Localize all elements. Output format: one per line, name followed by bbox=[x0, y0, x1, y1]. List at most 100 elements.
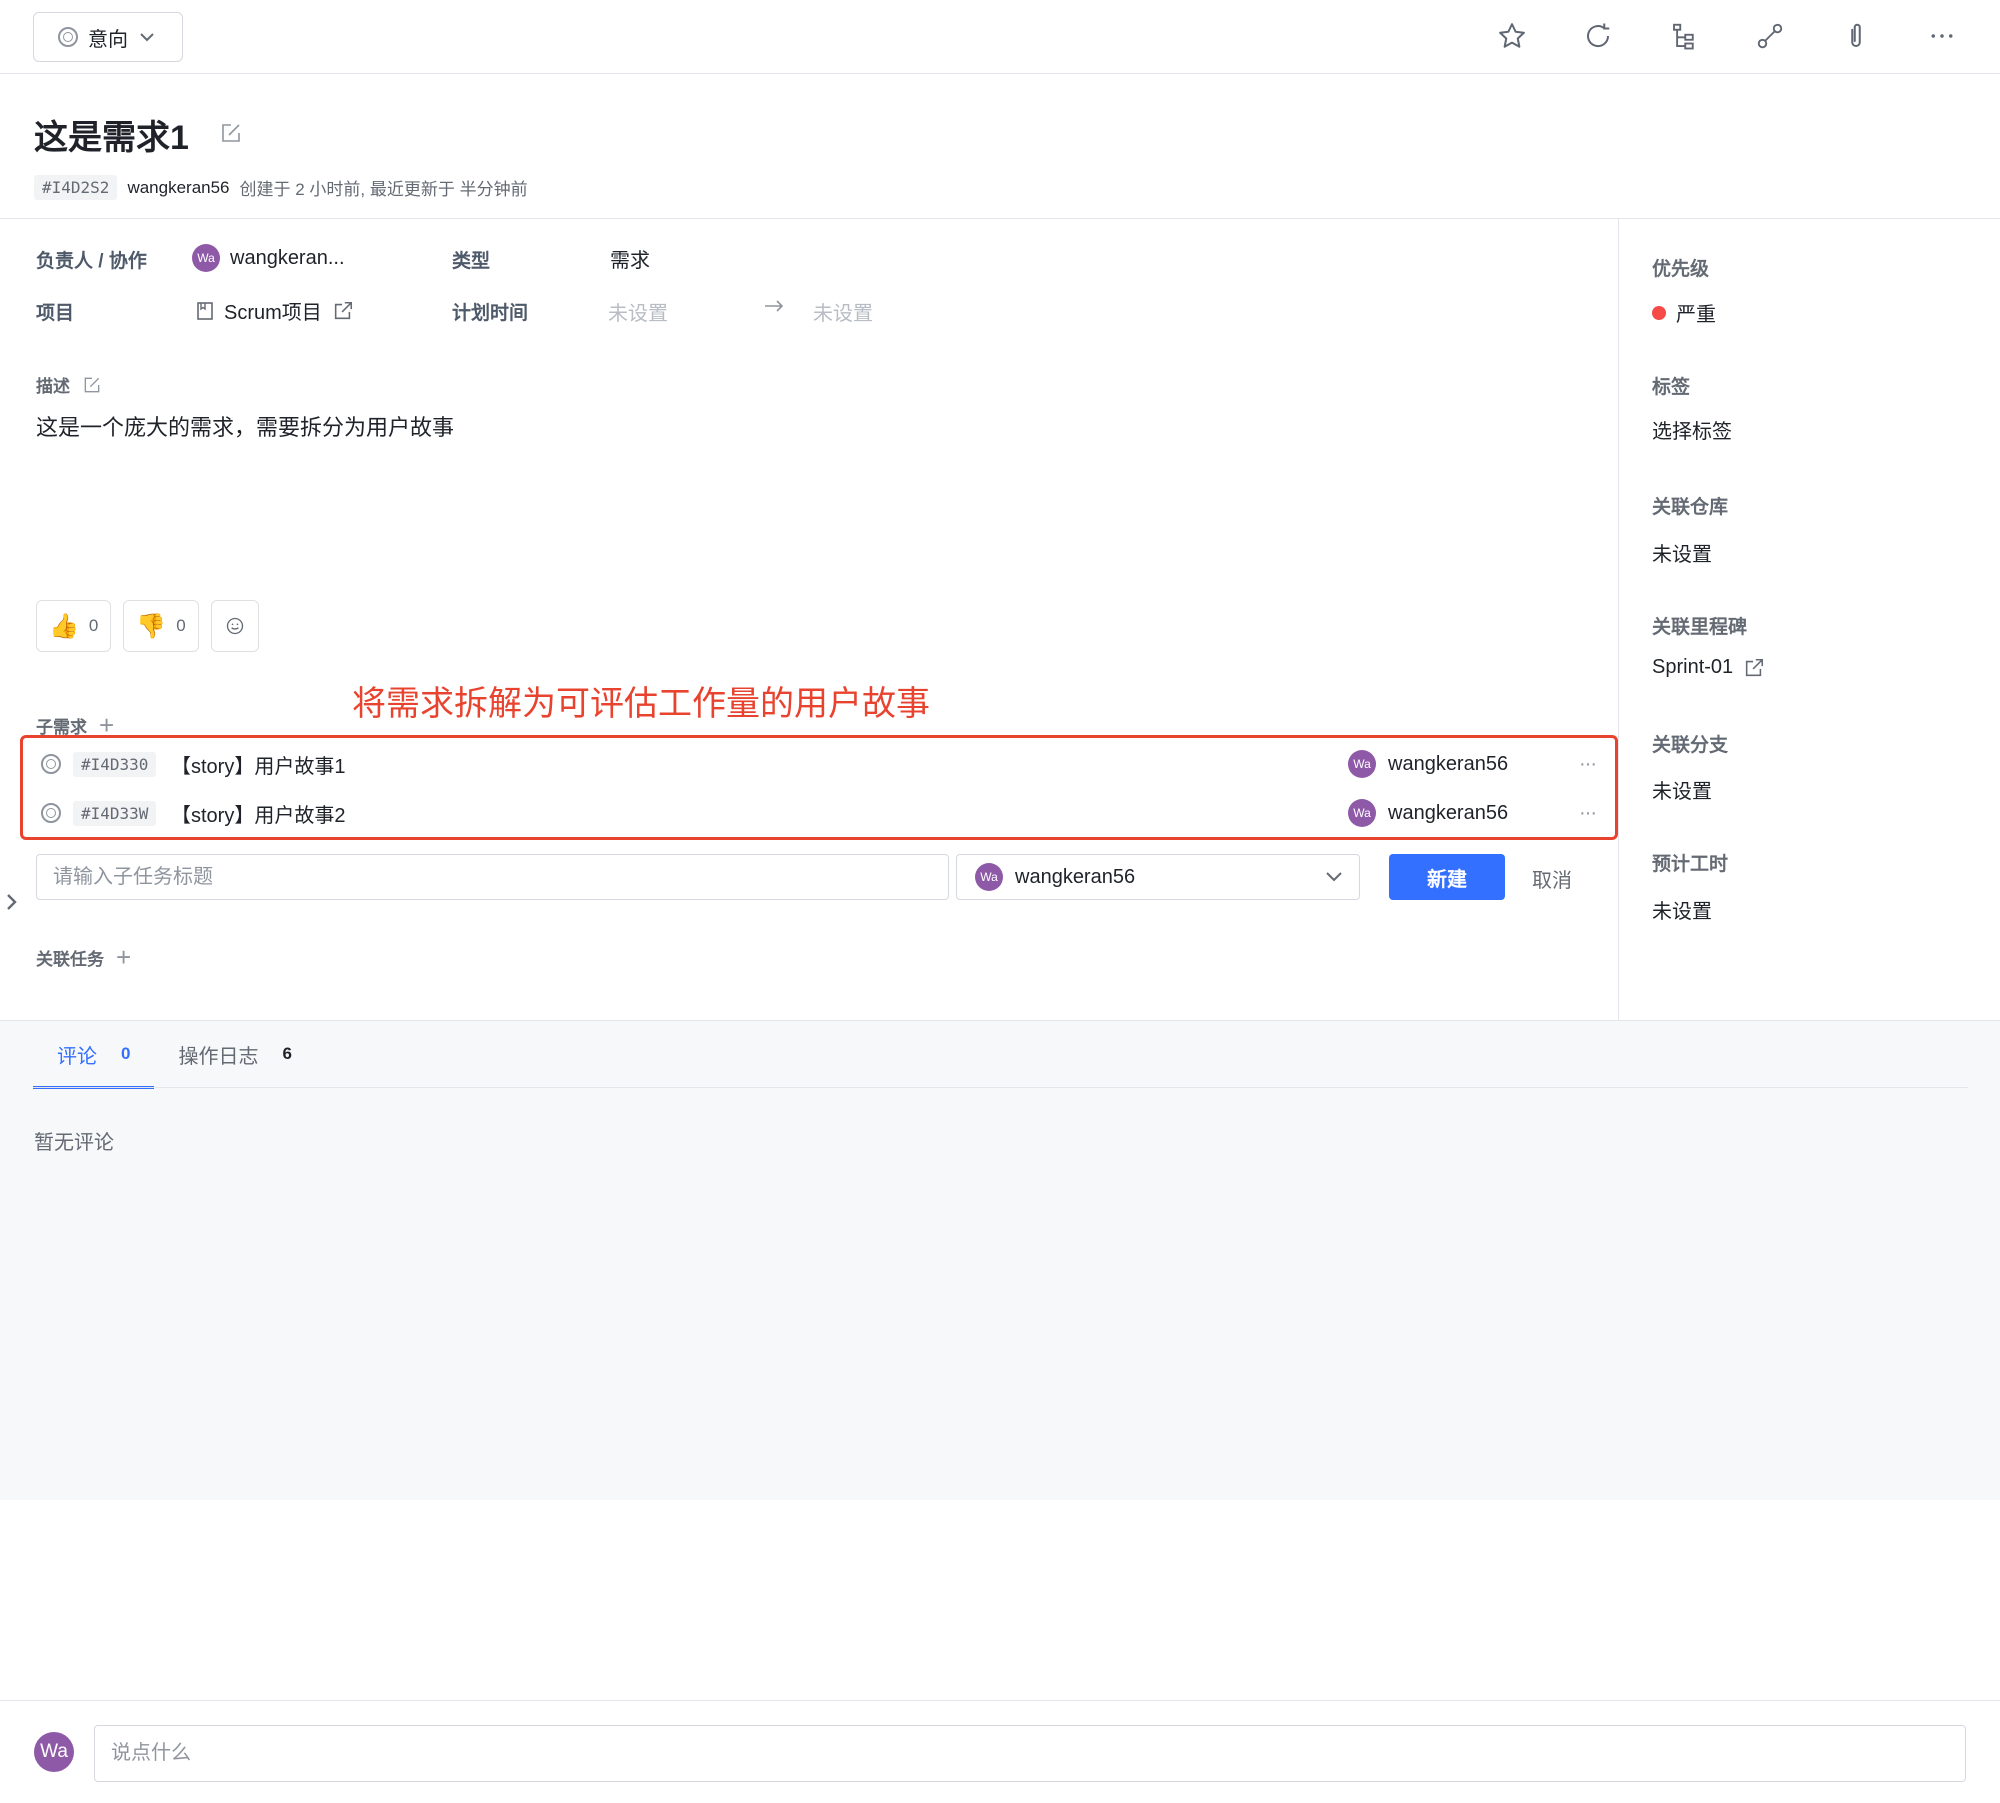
description-header: 描述 bbox=[36, 372, 102, 397]
assignee-select[interactable]: Wa wangkeran56 bbox=[956, 854, 1360, 900]
priority-label: 优先级 bbox=[1652, 259, 1710, 280]
top-bar: 意向 bbox=[0, 0, 2000, 74]
external-link-icon[interactable] bbox=[332, 300, 354, 322]
edit-icon[interactable] bbox=[219, 121, 243, 150]
dislike-count: 0 bbox=[176, 616, 186, 635]
branch-value[interactable]: 未设置 bbox=[1652, 775, 1712, 804]
thumbs-down-icon: 👎 bbox=[136, 612, 167, 640]
avatar: Wa bbox=[1348, 750, 1376, 778]
panel-spacer bbox=[0, 1500, 2000, 1700]
tab-label: 评论 bbox=[57, 1045, 97, 1068]
external-link-icon[interactable] bbox=[1743, 657, 1765, 679]
related-tasks-label: 关联任务 bbox=[36, 949, 104, 969]
milestone-label: 关联里程碑 bbox=[1652, 617, 1748, 638]
type-value[interactable]: 需求 bbox=[610, 244, 650, 273]
link-icon[interactable] bbox=[1752, 18, 1788, 54]
edit-icon[interactable] bbox=[82, 375, 102, 395]
status-dropdown[interactable]: 意向 bbox=[33, 12, 183, 62]
hierarchy-icon[interactable] bbox=[1666, 18, 1702, 54]
cancel-button[interactable]: 取消 bbox=[1532, 864, 1572, 893]
creator-name[interactable]: wangkeran56 bbox=[127, 178, 229, 198]
project-label: 项目 bbox=[36, 303, 75, 324]
subtask-title-input[interactable] bbox=[36, 854, 949, 900]
status-circle-icon[interactable] bbox=[41, 754, 61, 774]
empty-comments-text: 暂无评论 bbox=[34, 1132, 114, 1154]
issue-id-badge[interactable]: #I4D2S2 bbox=[34, 175, 118, 200]
plan-time-label: 计划时间 bbox=[452, 303, 529, 324]
tab-count: 0 bbox=[121, 1044, 131, 1063]
repo-value[interactable]: 未设置 bbox=[1652, 538, 1712, 567]
comment-composer: Wa bbox=[0, 1700, 2000, 1803]
description-label: 描述 bbox=[36, 377, 70, 396]
tags-label: 标签 bbox=[1652, 377, 1691, 398]
more-icon[interactable] bbox=[1924, 18, 1960, 54]
avatar: Wa bbox=[192, 244, 220, 272]
divider bbox=[0, 218, 2000, 219]
list-item[interactable]: #I4D33W 【story】用户故事2 Wa wangkeran56 ··· bbox=[23, 789, 1615, 837]
create-button[interactable]: 新建 bbox=[1389, 854, 1505, 900]
subtask-title[interactable]: 【story】用户故事1 bbox=[171, 750, 345, 779]
issue-meta: #I4D2S2 wangkeran56 创建于 2 小时前, 最近更新于 半分钟… bbox=[34, 175, 528, 200]
tab-count: 6 bbox=[282, 1044, 292, 1063]
chevron-down-icon bbox=[1326, 872, 1342, 882]
attachment-icon[interactable] bbox=[1838, 18, 1874, 54]
priority-value: 严重 bbox=[1676, 304, 1716, 326]
reactions: 👍 0 👎 0 bbox=[36, 600, 259, 652]
sidebar-divider bbox=[1618, 218, 1619, 1020]
refresh-icon[interactable] bbox=[1580, 18, 1616, 54]
add-related-task-icon[interactable]: + bbox=[116, 944, 131, 970]
like-count: 0 bbox=[88, 616, 99, 635]
thumbs-up-icon: 👍 bbox=[49, 612, 79, 640]
divider bbox=[33, 1087, 1968, 1088]
tab-comments[interactable]: 评论 0 bbox=[33, 1020, 155, 1089]
status-label: 意向 bbox=[88, 28, 128, 51]
status-circle-icon[interactable] bbox=[41, 803, 61, 823]
avatar: Wa bbox=[975, 863, 1003, 891]
subtask-assignee[interactable]: Wa wangkeran56 bbox=[1348, 799, 1508, 827]
tags-select[interactable]: 选择标签 bbox=[1652, 415, 1732, 444]
subtasks-list: #I4D330 【story】用户故事1 Wa wangkeran56 ··· … bbox=[20, 735, 1618, 840]
subtask-id[interactable]: #I4D33W bbox=[73, 800, 157, 826]
chevron-right-icon[interactable] bbox=[4, 890, 20, 919]
avatar: Wa bbox=[1348, 799, 1376, 827]
more-icon[interactable]: ··· bbox=[1579, 753, 1597, 776]
subtask-title[interactable]: 【story】用户故事2 bbox=[171, 799, 345, 828]
assignee-name: wangkeran... bbox=[230, 246, 345, 269]
estimate-label: 预计工时 bbox=[1652, 854, 1729, 875]
milestone-field[interactable]: Sprint-01 bbox=[1652, 656, 1765, 679]
page-title: 这是需求1 bbox=[34, 119, 189, 157]
avatar: Wa bbox=[34, 1732, 74, 1772]
plan-end-value[interactable]: 未设置 bbox=[813, 297, 873, 326]
plan-start-value[interactable]: 未设置 bbox=[608, 297, 668, 326]
project-name: Scrum项目 bbox=[224, 302, 322, 324]
project-icon bbox=[197, 301, 213, 320]
assignee-name: wangkeran56 bbox=[1388, 752, 1509, 775]
assignee-label: 负责人 / 协作 bbox=[36, 251, 147, 272]
assignee-name: wangkeran56 bbox=[1388, 801, 1509, 824]
like-button[interactable]: 👍 0 bbox=[36, 600, 112, 652]
priority-field[interactable]: 严重 bbox=[1652, 298, 1716, 327]
list-item[interactable]: #I4D330 【story】用户故事1 Wa wangkeran56 ··· bbox=[23, 740, 1615, 788]
more-icon[interactable]: ··· bbox=[1579, 802, 1597, 825]
subtask-id[interactable]: #I4D330 bbox=[73, 751, 157, 777]
star-icon[interactable] bbox=[1494, 18, 1530, 54]
tab-label: 操作日志 bbox=[178, 1045, 259, 1068]
subtask-assignee[interactable]: Wa wangkeran56 bbox=[1348, 750, 1508, 778]
status-circle-icon bbox=[58, 27, 78, 47]
branch-label: 关联分支 bbox=[1652, 735, 1729, 756]
related-tasks-header: 关联任务 + bbox=[36, 944, 131, 970]
activity-tabs: 评论 0 操作日志 6 bbox=[33, 1020, 316, 1089]
dislike-button[interactable]: 👎 0 bbox=[123, 600, 199, 652]
tab-activity-log[interactable]: 操作日志 6 bbox=[154, 1020, 315, 1088]
estimate-value[interactable]: 未设置 bbox=[1652, 895, 1712, 924]
created-updated-text: 创建于 2 小时前, 最近更新于 半分钟前 bbox=[239, 180, 528, 199]
type-label: 类型 bbox=[452, 251, 491, 272]
description-text[interactable]: 这是一个庞大的需求，需要拆分为用户故事 bbox=[36, 410, 454, 442]
assignee-field[interactable]: Wa wangkeran... bbox=[192, 244, 345, 272]
milestone-value: Sprint-01 bbox=[1652, 656, 1734, 678]
comment-input[interactable] bbox=[94, 1725, 1966, 1782]
add-reaction-button[interactable] bbox=[210, 600, 259, 652]
project-field[interactable]: Scrum项目 bbox=[196, 296, 354, 325]
arrow-right-icon bbox=[763, 296, 785, 316]
repo-label: 关联仓库 bbox=[1652, 497, 1729, 518]
